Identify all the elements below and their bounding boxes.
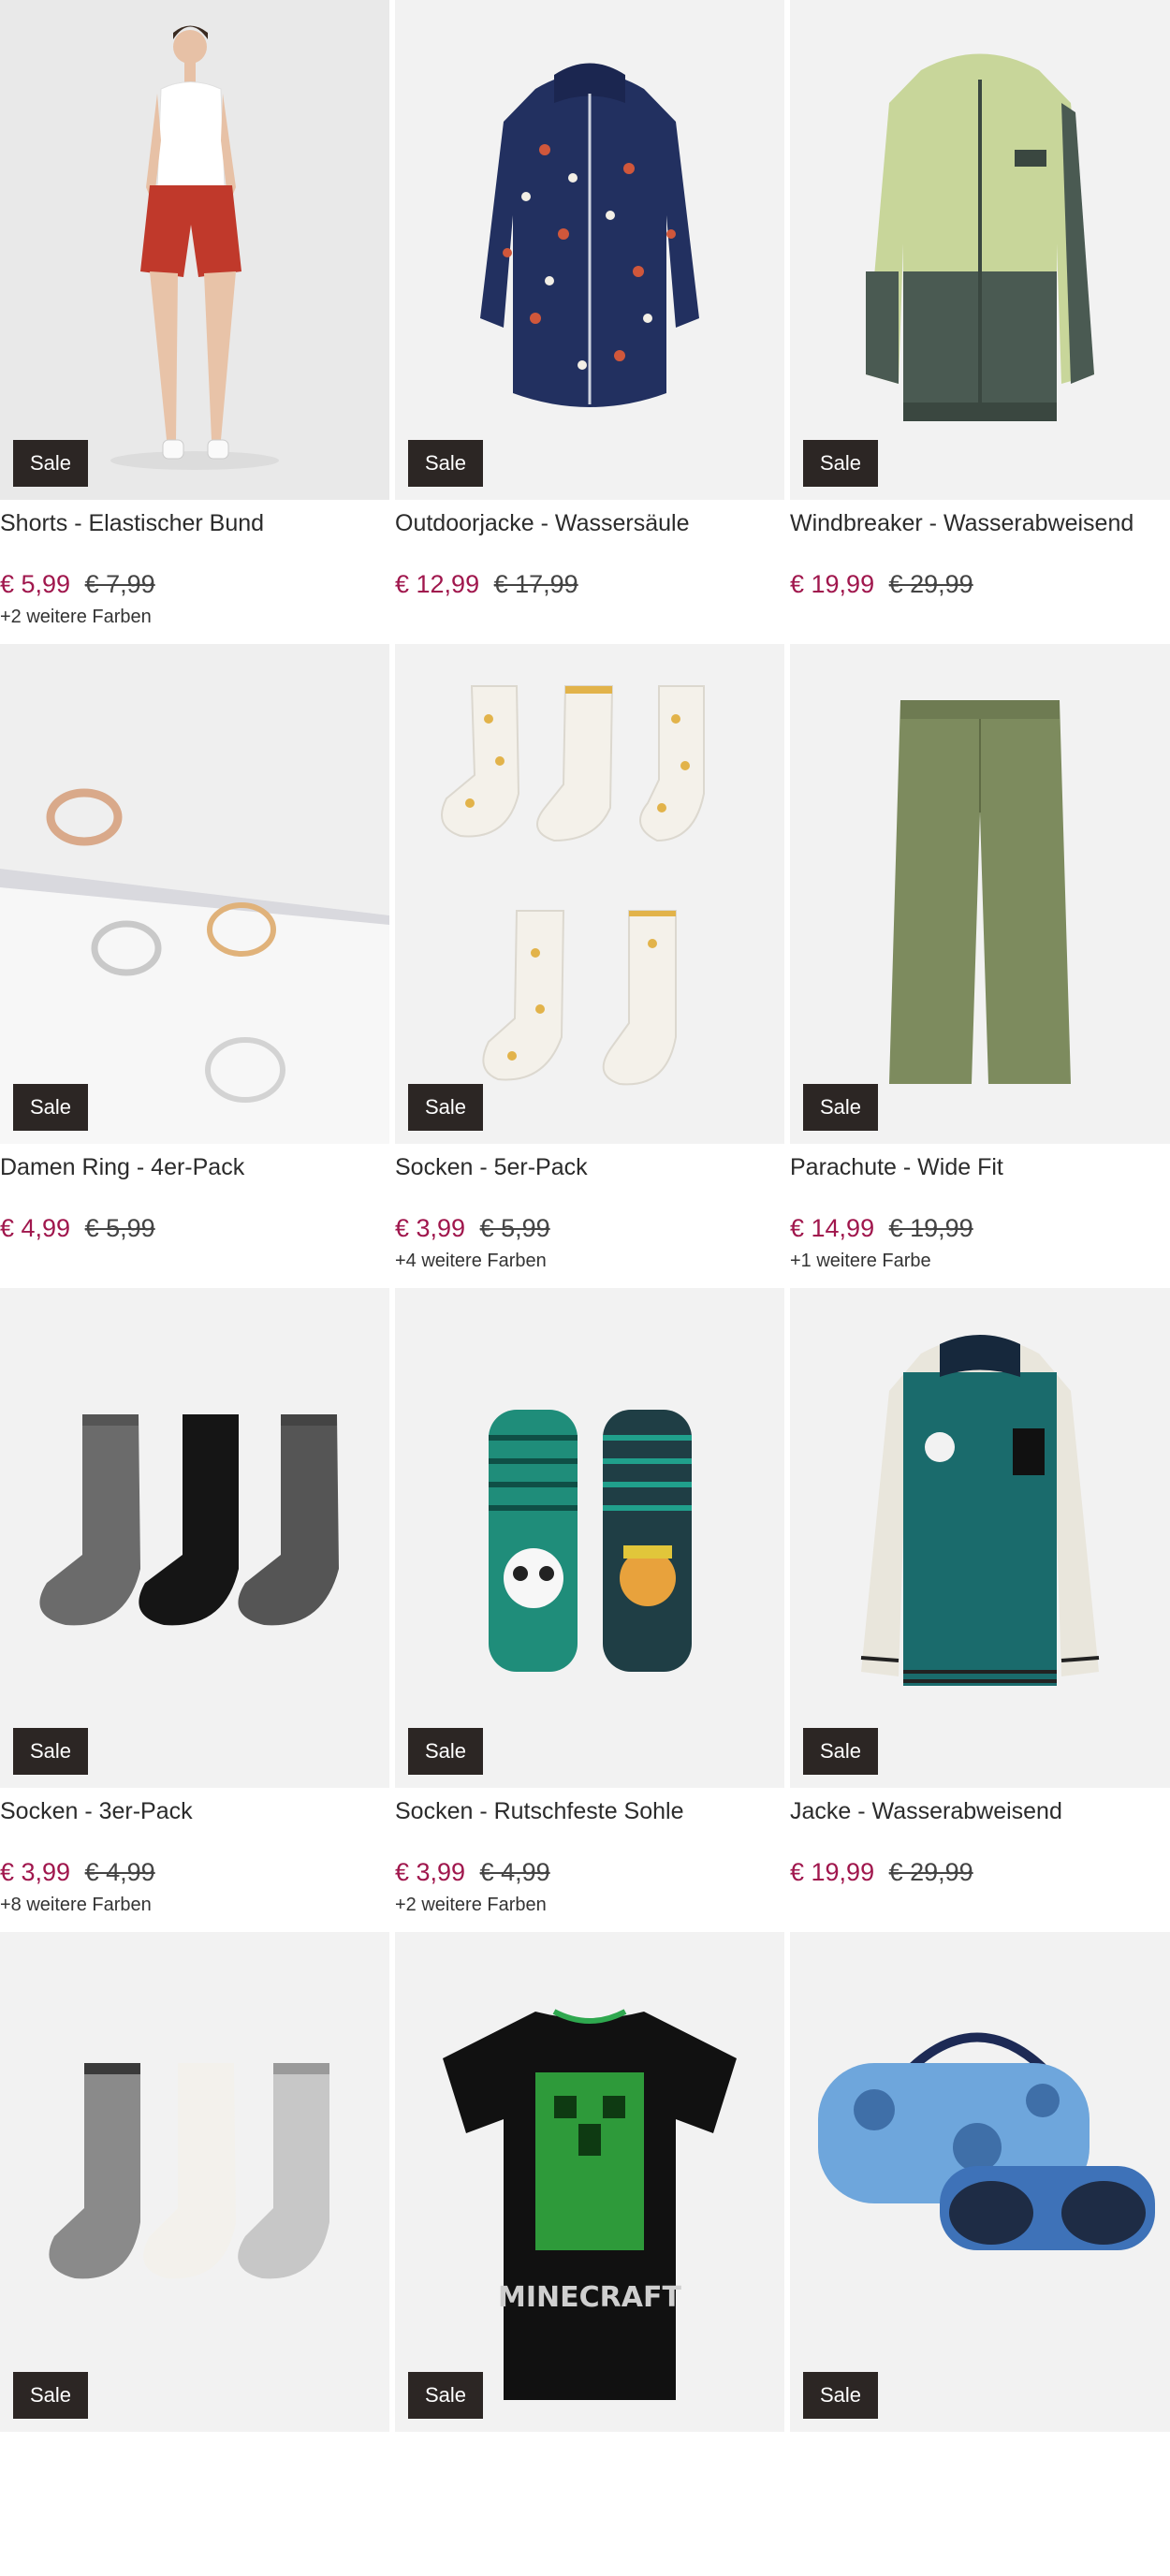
product-image[interactable]: Sale (790, 1932, 1170, 2432)
sale-badge: Sale (803, 440, 879, 487)
current-price: € 3,99 (395, 1858, 466, 1887)
product-card[interactable]: Sale Jacke - Wasserabweisend € 19,99 € 2… (790, 1288, 1170, 1932)
product-image[interactable]: Sale (0, 1288, 389, 1788)
product-card[interactable]: Sale Damen Ring - 4er-Pack € 4,99 € 5,99 (0, 644, 389, 1288)
sale-badge: Sale (13, 440, 89, 487)
sale-badge: Sale (803, 1728, 879, 1775)
product-title[interactable]: Outdoorjacke - Wassersäule (395, 509, 784, 538)
product-title[interactable]: Socken - 5er-Pack (395, 1153, 784, 1182)
price-row: € 14,99 € 19,99 (790, 1216, 1170, 1241)
price-row: € 3,99 € 4,99 (395, 1860, 784, 1885)
product-image[interactable]: Sale (395, 644, 784, 1144)
product-image[interactable]: Sale (790, 0, 1170, 500)
sale-badge: Sale (803, 1084, 879, 1131)
sale-badge: Sale (13, 1084, 89, 1131)
tshirt-print-text: MINECRAFT (498, 2281, 681, 2314)
price-row: € 3,99 € 4,99 (0, 1860, 389, 1885)
product-card[interactable]: Sale Parachute - Wide Fit € 14,99 € 19,9… (790, 644, 1170, 1288)
product-title[interactable]: Shorts - Elastischer Bund (0, 509, 389, 538)
product-image[interactable]: Sale (395, 1288, 784, 1788)
sale-badge: Sale (408, 1728, 484, 1775)
current-price: € 4,99 (0, 1214, 71, 1243)
product-image[interactable]: Sale (0, 1932, 389, 2432)
product-card[interactable]: Sale Windbreaker - Wasserabweisend € 19,… (790, 0, 1170, 644)
sale-badge: Sale (803, 2372, 879, 2419)
current-price: € 3,99 (0, 1858, 71, 1887)
product-card[interactable]: Sale Socken - 3er-Pack € 3,99 € 4,99 +8 … (0, 1288, 389, 1932)
current-price: € 14,99 (790, 1214, 875, 1243)
old-price: € 19,99 (888, 1214, 973, 1243)
product-card[interactable]: Sale Outdoorjacke - Wassersäule € 12,99 … (395, 0, 784, 644)
current-price: € 3,99 (395, 1214, 466, 1243)
product-card[interactable]: Sale (790, 1932, 1170, 2576)
product-card[interactable]: Sale Shorts - Elastischer Bund € 5,99 € … (0, 0, 389, 644)
price-row: € 5,99 € 7,99 (0, 572, 389, 597)
product-card[interactable]: MINECRAFT Sale (395, 1932, 784, 2576)
product-title[interactable]: Socken - 3er-Pack (0, 1797, 389, 1826)
more-colors-link[interactable]: +4 weitere Farben (395, 1251, 784, 1272)
old-price: € 5,99 (84, 1214, 155, 1243)
product-image[interactable]: Sale (790, 1288, 1170, 1788)
more-colors-link[interactable]: +2 weitere Farben (0, 607, 389, 628)
product-title[interactable]: Jacke - Wasserabweisend (790, 1797, 1170, 1826)
current-price: € 12,99 (395, 570, 480, 599)
sale-badge: Sale (408, 440, 484, 487)
product-title[interactable]: Damen Ring - 4er-Pack (0, 1153, 389, 1182)
price-row: € 3,99 € 5,99 (395, 1216, 784, 1241)
product-title[interactable]: Windbreaker - Wasserabweisend (790, 509, 1170, 538)
sale-badge: Sale (13, 2372, 89, 2419)
old-price: € 5,99 (479, 1214, 550, 1243)
product-title[interactable]: Socken - Rutschfeste Sohle (395, 1797, 784, 1826)
product-image[interactable]: Sale (0, 0, 389, 500)
current-price: € 5,99 (0, 570, 71, 599)
product-title[interactable]: Parachute - Wide Fit (790, 1153, 1170, 1182)
price-row: € 19,99 € 29,99 (790, 1860, 1170, 1885)
product-card[interactable]: Sale (0, 1932, 389, 2576)
product-image[interactable]: Sale (395, 0, 784, 500)
price-row: € 12,99 € 17,99 (395, 572, 784, 597)
current-price: € 19,99 (790, 570, 875, 599)
old-price: € 7,99 (84, 570, 155, 599)
old-price: € 29,99 (888, 570, 973, 599)
old-price: € 4,99 (479, 1858, 550, 1887)
sale-badge: Sale (13, 1728, 89, 1775)
product-image[interactable]: Sale (790, 644, 1170, 1144)
product-card[interactable]: Sale Socken - 5er-Pack € 3,99 € 5,99 +4 … (395, 644, 784, 1288)
product-card[interactable]: Sale Socken - Rutschfeste Sohle € 3,99 €… (395, 1288, 784, 1932)
price-row: € 19,99 € 29,99 (790, 572, 1170, 597)
product-image[interactable]: Sale (0, 644, 389, 1144)
more-colors-link[interactable]: +8 weitere Farben (0, 1895, 389, 1916)
old-price: € 29,99 (888, 1858, 973, 1887)
more-colors-link[interactable]: +2 weitere Farben (395, 1895, 784, 1916)
product-grid: Sale Shorts - Elastischer Bund € 5,99 € … (0, 0, 1170, 2576)
product-image[interactable]: MINECRAFT Sale (395, 1932, 784, 2432)
price-row: € 4,99 € 5,99 (0, 1216, 389, 1241)
old-price: € 4,99 (84, 1858, 155, 1887)
sale-badge: Sale (408, 1084, 484, 1131)
old-price: € 17,99 (493, 570, 578, 599)
more-colors-link[interactable]: +1 weitere Farbe (790, 1251, 1170, 1272)
current-price: € 19,99 (790, 1858, 875, 1887)
sale-badge: Sale (408, 2372, 484, 2419)
